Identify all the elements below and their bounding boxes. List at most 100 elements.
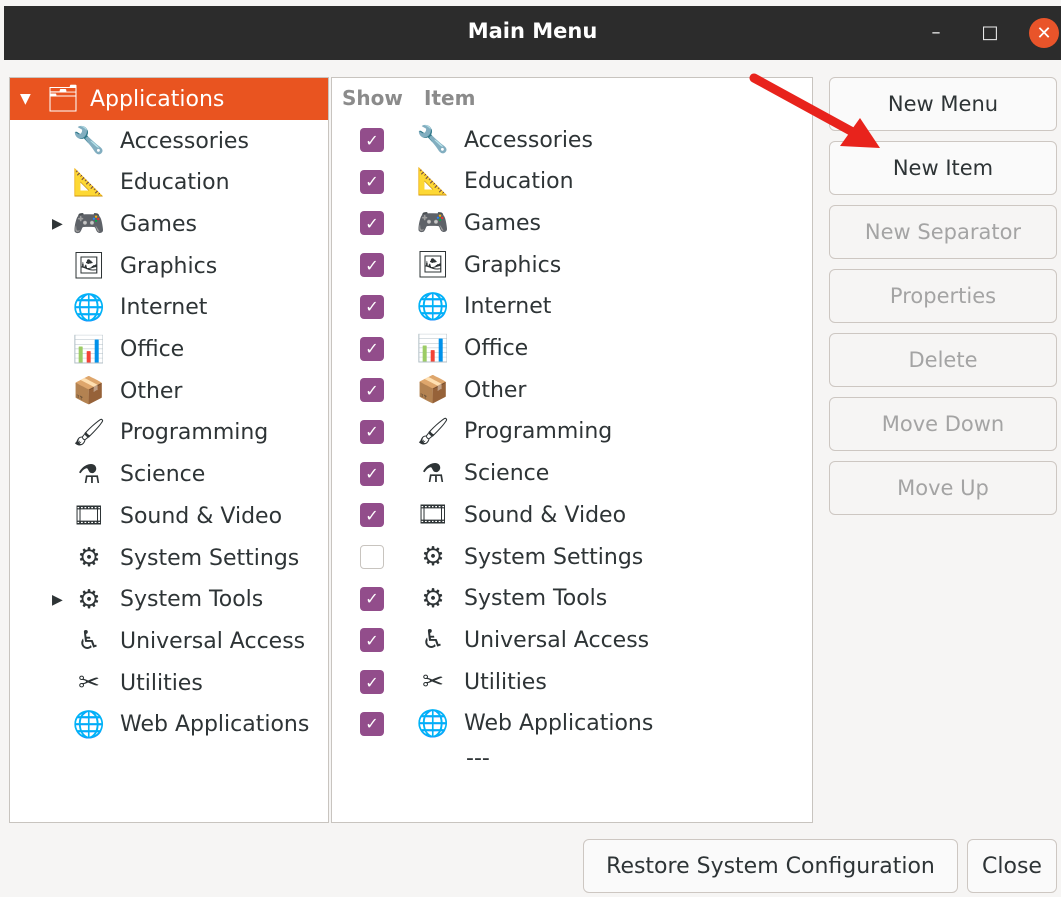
list-item[interactable]: ⚙ System Tools <box>416 578 806 620</box>
list-item[interactable]: 🎮 Games <box>416 202 806 244</box>
move-up-button[interactable]: Move Up <box>829 461 1057 515</box>
utilities-icon: ✂ <box>78 668 100 699</box>
red-arrow-annotation <box>749 73 880 148</box>
new-separator-button[interactable]: New Separator <box>829 205 1057 259</box>
tree-item[interactable]: 🖌 Programming <box>10 412 328 454</box>
minimize-button[interactable]: – <box>920 16 952 48</box>
show-checkbox-checked[interactable]: ✓ <box>360 253 384 278</box>
office-icon: 📊 <box>72 334 106 365</box>
expander-down-icon[interactable]: ▼ <box>20 91 31 107</box>
close-button[interactable]: Close <box>967 839 1057 893</box>
close-window-button[interactable]: ✕ <box>1029 18 1059 48</box>
list-item[interactable]: 🌐 Web Applications <box>416 703 806 745</box>
list-item-label: Programming <box>464 419 613 445</box>
tree-item-label: Web Applications <box>120 712 310 738</box>
list-item[interactable]: 📦 Other <box>416 369 806 411</box>
maximize-button[interactable]: □ <box>974 16 1006 48</box>
list-item-label: Graphics <box>464 252 562 278</box>
office-icon: 📊 <box>416 333 450 364</box>
tree-item-label: Programming <box>120 420 269 446</box>
restore-system-configuration-button[interactable]: Restore System Configuration <box>583 839 958 893</box>
list-item-label: Web Applications <box>464 711 654 737</box>
tree-item[interactable]: 🎞 Sound & Video <box>10 495 328 537</box>
tree-item-label: Universal Access <box>120 628 306 654</box>
show-checkbox-unchecked[interactable] <box>360 545 384 569</box>
other-icon: 📦 <box>72 376 106 407</box>
title-bar: Main Menu – □ ✕ <box>4 6 1061 60</box>
tree-item[interactable]: ⚗ Science <box>10 454 328 496</box>
tree-item[interactable]: ✂ Utilities <box>10 662 328 704</box>
system-settings-icon: ⚙ <box>77 543 101 573</box>
tree-item[interactable]: ▶ 🎮 Games <box>10 203 328 245</box>
list-item-label: Accessories <box>464 127 593 153</box>
tree-item-applications[interactable]: ▼ 🗂 Applications <box>10 78 328 120</box>
col-show-header[interactable]: Show <box>342 86 403 110</box>
show-checkbox-checked[interactable]: ✓ <box>360 128 384 152</box>
show-checkbox-checked[interactable]: ✓ <box>360 711 384 736</box>
tree-item-label: Utilities <box>120 670 203 696</box>
sound-video-icon: 🎞 <box>416 500 450 531</box>
internet-icon: 🌐 <box>416 291 450 322</box>
tree-item[interactable]: 📦 Other <box>10 370 328 412</box>
tree-item-label: Internet <box>120 295 208 321</box>
show-checkbox-checked[interactable]: ✓ <box>360 169 384 194</box>
tree-item[interactable]: 🌐 Internet <box>10 287 328 329</box>
col-item-header[interactable]: Item <box>424 86 475 110</box>
tree-item[interactable]: 📐 Education <box>10 162 328 204</box>
tree-item[interactable]: 🖼 Graphics <box>10 245 328 287</box>
show-checkbox-checked[interactable]: ✓ <box>360 503 384 528</box>
list-item-label: Internet <box>464 294 552 320</box>
tree-item[interactable]: 🌐 Web Applications <box>10 704 328 746</box>
tree-item[interactable]: 🔧 Accessories <box>10 120 328 162</box>
accessories-icon: 🔧 <box>72 126 106 156</box>
internet-icon: 🌐 <box>72 292 106 323</box>
tree-item-label: Accessories <box>120 128 249 154</box>
item-list[interactable]: Show Item ✓ 🔧 Accessories ✓ 📐 Education ✓ 🎮 Game… <box>331 77 813 823</box>
show-checkbox-checked[interactable]: ✓ <box>360 461 384 486</box>
tree-item[interactable]: ▶ ⚙ System Tools <box>10 579 328 621</box>
delete-button[interactable]: Delete <box>829 333 1057 387</box>
menu-tree[interactable]: ▼ 🗂 Applications 🔧 Accessories 📐 Education ▶ 🎮 Ga… <box>9 77 329 823</box>
show-checkbox-checked[interactable]: ✓ <box>360 378 384 403</box>
list-item[interactable]: 🖼 Graphics <box>416 244 806 286</box>
move-down-button[interactable]: Move Down <box>829 397 1057 451</box>
show-checkbox-checked[interactable]: ✓ <box>360 670 384 695</box>
list-item-label: Games <box>464 210 541 236</box>
list-item-label: Utilities <box>464 669 547 695</box>
tree-item-label: Games <box>120 211 197 237</box>
list-item-label: Office <box>464 336 529 361</box>
list-item[interactable]: 🌐 Internet <box>416 286 806 328</box>
show-checkbox-checked[interactable]: ✓ <box>360 419 384 444</box>
tree-item[interactable]: 📊 Office <box>10 329 328 371</box>
system-tools-icon: ⚙ <box>77 584 101 615</box>
show-checkbox-checked[interactable]: ✓ <box>360 294 384 319</box>
list-item[interactable]: 🖌 Programming <box>416 411 806 453</box>
universal-access-icon: ♿ <box>421 625 445 656</box>
show-checkbox-checked[interactable]: ✓ <box>360 628 384 653</box>
other-icon: 📦 <box>416 375 450 406</box>
list-item[interactable]: 🎞 Sound & Video <box>416 494 806 536</box>
expander-right-icon[interactable]: ▶ <box>52 216 63 232</box>
separator-item[interactable]: --- <box>466 746 490 771</box>
list-item[interactable]: ⚗ Science <box>416 453 806 495</box>
list-item[interactable]: 📊 Office <box>416 328 806 370</box>
web-applications-icon: 🌐 <box>72 709 106 740</box>
list-item[interactable]: ✂ Utilities <box>416 661 806 703</box>
list-item[interactable]: ⚙ System Settings <box>416 536 806 578</box>
tree-item-label: Graphics <box>120 253 218 279</box>
tree-item[interactable]: ⚙ System Settings <box>10 537 328 579</box>
list-item[interactable]: 📐 Education <box>416 161 806 203</box>
show-checkbox-checked[interactable]: ✓ <box>360 586 384 611</box>
tree-item-label: Applications <box>90 86 225 112</box>
properties-button[interactable]: Properties <box>829 269 1057 323</box>
window-title: Main Menu <box>467 19 598 43</box>
accessories-icon: 🔧 <box>416 125 450 155</box>
expander-right-icon[interactable]: ▶ <box>52 592 63 608</box>
education-icon: 📐 <box>416 166 450 197</box>
list-item[interactable]: ♿ Universal Access <box>416 619 806 661</box>
tree-item[interactable]: ♿ Universal Access <box>10 620 328 662</box>
list-item-label: Education <box>464 169 574 195</box>
show-checkbox-checked[interactable]: ✓ <box>360 211 384 236</box>
show-checkbox-checked[interactable]: ✓ <box>360 336 384 361</box>
list-item-label: Other <box>464 377 527 403</box>
